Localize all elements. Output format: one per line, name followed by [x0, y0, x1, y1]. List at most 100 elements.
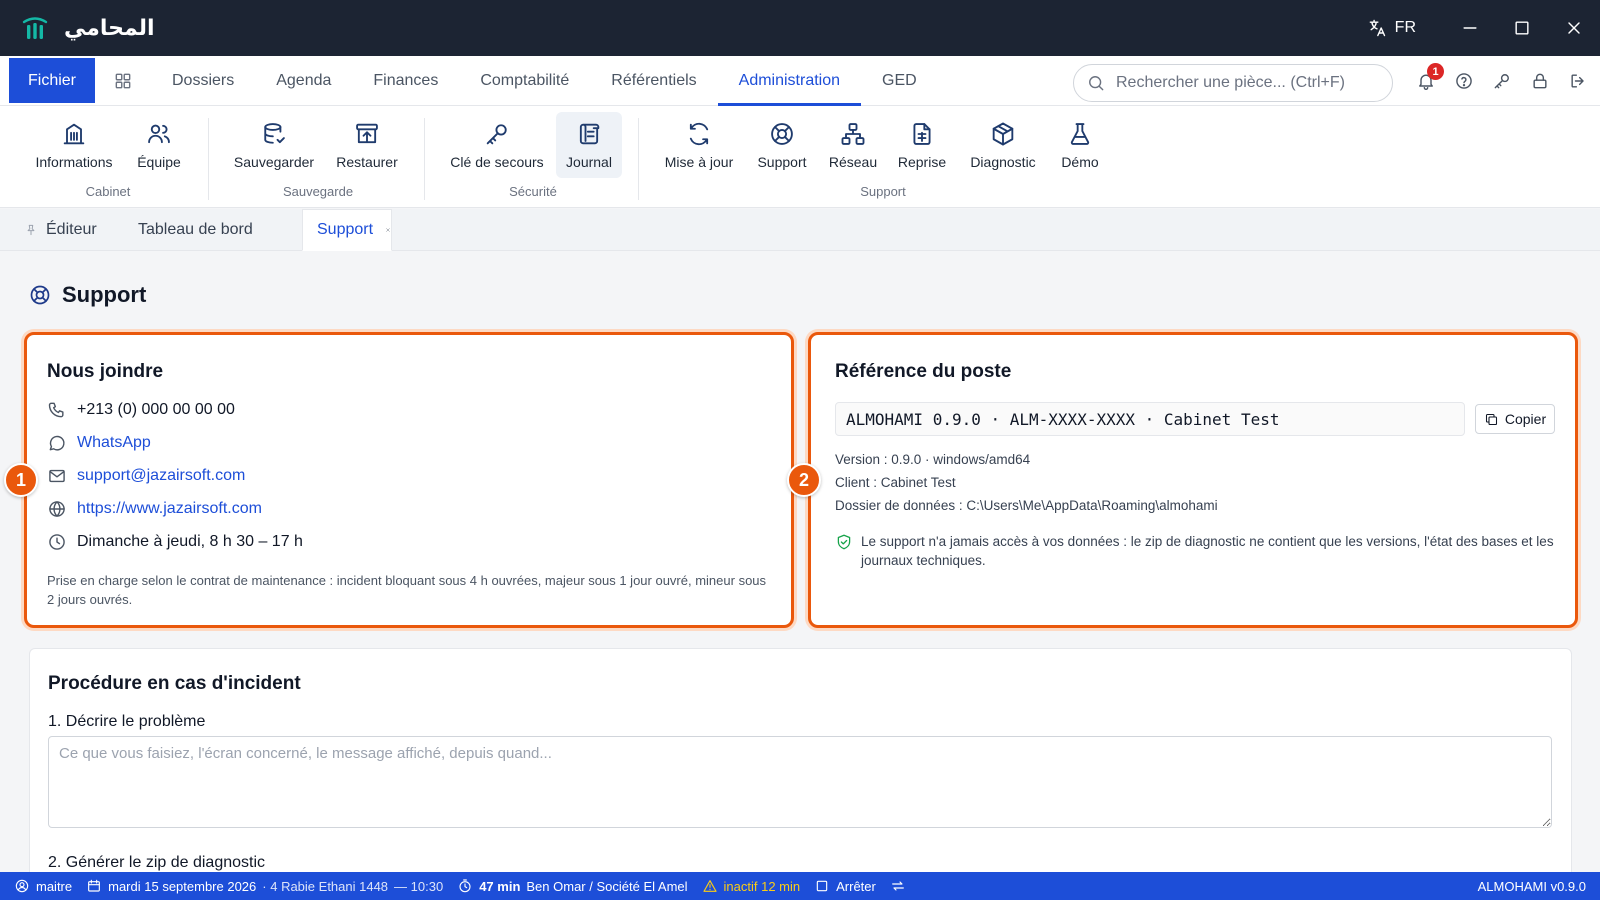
scroll-icon — [579, 123, 600, 145]
close-window-button[interactable] — [1548, 0, 1600, 56]
lifebuoy-icon — [771, 123, 793, 145]
chat-bubble-icon — [49, 435, 65, 451]
contact-card-title: Nous joindre — [47, 361, 164, 382]
ribbon-demo-button[interactable]: Démo — [1052, 112, 1108, 178]
menu-administration[interactable]: Administration — [717, 56, 862, 106]
ribbon-label: Reprise — [897, 154, 947, 170]
ribbon-label: Mise à jour — [664, 154, 734, 170]
ribbon-restaurer-button[interactable]: Restaurer — [326, 112, 408, 178]
network-icon — [841, 123, 865, 145]
status-inactive-text: inactif 12 min — [723, 878, 801, 894]
search-input[interactable] — [1116, 74, 1376, 92]
contact-card: Nous joindre +213 (0) 000 00 00 00 Whats… — [24, 332, 794, 628]
help-button[interactable] — [1454, 71, 1474, 91]
contact-whatsapp-row: WhatsApp — [47, 433, 151, 453]
ribbon-support-button[interactable]: Support — [746, 112, 818, 178]
ribbon-label: Sauvegarder — [233, 154, 315, 170]
ribbon-equipe-button[interactable]: Équipe — [126, 112, 192, 178]
status-date: mardi 15 septembre 2026 · 4 Rabie Ethani… — [86, 878, 443, 894]
contact-hours-row: Dimanche à jeudi, 8 h 30 – 17 h — [47, 532, 303, 552]
callout-marker-2: 2 — [787, 463, 821, 497]
menu-comptabilite[interactable]: Comptabilité — [459, 56, 590, 106]
status-stop-button[interactable]: Arrêter — [814, 878, 876, 894]
apps-grid-button[interactable] — [95, 56, 151, 106]
menu-agenda[interactable]: Agenda — [255, 56, 352, 106]
ribbon-sauvegarder-button[interactable]: Sauvegarder — [228, 112, 320, 178]
menu-dossiers[interactable]: Dossiers — [151, 56, 255, 106]
page-title-text: Support — [62, 282, 147, 307]
tab-label: Éditeur — [46, 221, 97, 238]
status-hijri-date: · 4 Rabie Ethani 1448 — [262, 878, 389, 894]
key-button[interactable] — [1492, 71, 1512, 91]
lock-button[interactable] — [1530, 71, 1550, 91]
ribbon-label: Restaurer — [336, 154, 398, 170]
reference-card: Référence du poste ALMOHAMI 0.9.0 · ALM-… — [808, 332, 1578, 628]
procedure-step-1-label: 1. Décrire le problème — [48, 713, 206, 730]
key-icon — [486, 124, 507, 145]
status-inactive-warning: inactif 12 min — [702, 878, 801, 894]
lock-icon — [1533, 73, 1547, 89]
tab-support[interactable]: Support — [302, 209, 392, 251]
warning-icon — [702, 880, 717, 892]
tab-tableau-de-bord[interactable]: Tableau de bord — [138, 209, 253, 251]
ribbon-group-support: Support — [860, 184, 906, 199]
calendar-icon — [88, 879, 101, 892]
ribbon-label: Journal — [566, 154, 612, 170]
problem-description-textarea[interactable] — [48, 736, 1552, 828]
pin-icon — [27, 224, 35, 236]
ribbon-reseau-button[interactable]: Réseau — [824, 112, 882, 178]
phone-icon — [48, 402, 64, 418]
menu-ged[interactable]: GED — [861, 56, 938, 106]
contact-email-row: support@jazairsoft.com — [47, 466, 245, 486]
document-tabs: Éditeur Tableau de bord Support — [0, 209, 1600, 251]
maximize-button[interactable] — [1496, 0, 1548, 56]
app-logo-icon — [22, 17, 48, 39]
help-icon — [1456, 73, 1472, 89]
menu-bar: Fichier Dossiers Agenda Finances Comptab… — [0, 56, 1600, 106]
notifications-button[interactable]: 1 — [1416, 63, 1444, 91]
user-circle-icon — [15, 879, 29, 893]
contact-whatsapp-link[interactable]: WhatsApp — [77, 434, 151, 452]
ribbon-mise-a-jour-button[interactable]: Mise à jour — [658, 112, 740, 178]
status-sync-button[interactable] — [890, 878, 906, 894]
archive-restore-icon — [356, 123, 378, 144]
shield-check-icon — [837, 534, 851, 550]
tab-editeur[interactable]: Éditeur — [24, 209, 109, 251]
logout-button[interactable] — [1568, 71, 1588, 91]
contact-phone: +213 (0) 000 00 00 00 — [77, 401, 235, 418]
contact-website-row: https://www.jazairsoft.com — [47, 499, 262, 519]
status-timer[interactable]: 47 min Ben Omar / Société El Amel — [457, 878, 688, 894]
tab-close-icon[interactable] — [385, 223, 391, 237]
contact-website-link[interactable]: https://www.jazairsoft.com — [77, 500, 262, 518]
ribbon-label: Réseau — [828, 154, 878, 170]
tab-label: Support — [317, 221, 374, 238]
minimize-button[interactable] — [1444, 0, 1496, 56]
key-icon — [1494, 74, 1509, 89]
ribbon-reprise-button[interactable]: Reprise — [890, 112, 954, 178]
ribbon-label: Diagnostic — [970, 154, 1036, 170]
package-icon — [992, 122, 1014, 146]
search-box — [1073, 64, 1393, 102]
contact-hours: Dimanche à jeudi, 8 h 30 – 17 h — [77, 533, 303, 550]
status-user[interactable]: maitre — [14, 878, 72, 894]
contact-email-link[interactable]: support@jazairsoft.com — [77, 467, 245, 485]
status-user-name: maitre — [36, 878, 73, 894]
close-icon — [1568, 22, 1580, 34]
procedure-card-title: Procédure en cas d'incident — [48, 673, 301, 694]
menu-finances[interactable]: Finances — [352, 56, 459, 106]
menu-referentiels[interactable]: Référentiels — [590, 56, 717, 106]
clock-icon — [49, 534, 65, 550]
menu-file[interactable]: Fichier — [9, 58, 95, 103]
ribbon-cle-secours-button[interactable]: Clé de secours — [444, 112, 550, 178]
reference-code-field[interactable]: ALMOHAMI 0.9.0 · ALM-XXXX-XXXX · Cabinet… — [835, 402, 1465, 436]
copy-button[interactable]: Copier — [1475, 404, 1555, 434]
logout-icon — [1571, 74, 1584, 88]
building-icon — [63, 123, 85, 145]
ribbon-informations-button[interactable]: Informations — [30, 112, 118, 178]
ribbon-diagnostic-button[interactable]: Diagnostic — [960, 112, 1046, 178]
ribbon-journal-button[interactable]: Journal — [556, 112, 622, 178]
ribbon-toolbar: Informations Équipe Cabinet Sauvegarder … — [0, 106, 1600, 208]
notification-badge: 1 — [1427, 63, 1444, 80]
language-switcher[interactable]: FR — [1367, 18, 1416, 38]
status-date-text: mardi 15 septembre 2026 — [108, 878, 257, 894]
